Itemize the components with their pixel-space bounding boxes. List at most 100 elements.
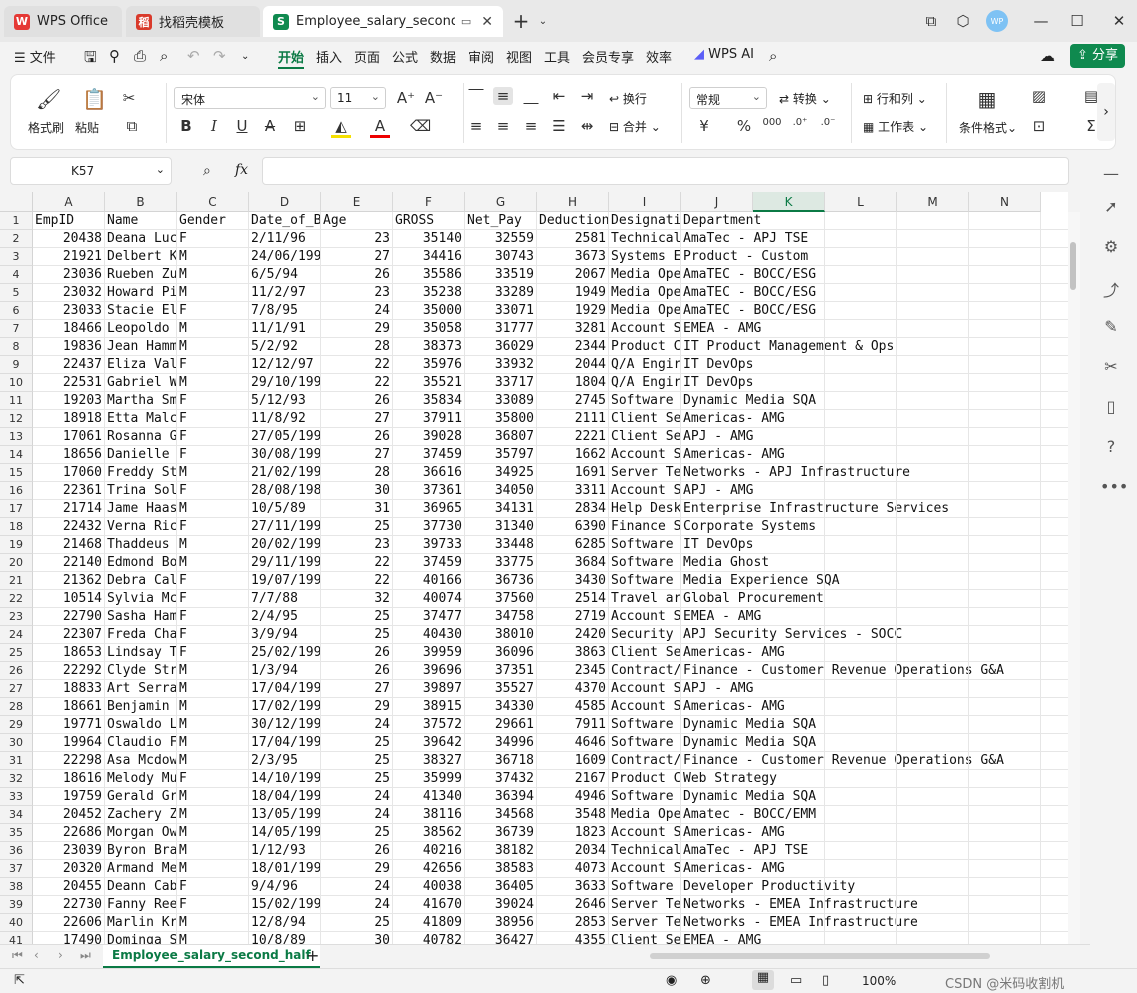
cell[interactable]	[897, 248, 969, 266]
cell[interactable]	[897, 932, 969, 944]
cell[interactable]: 36718	[465, 752, 537, 770]
column-header-M[interactable]: M	[897, 192, 969, 212]
cell[interactable]: EMEA - AMG	[681, 932, 761, 944]
cell[interactable]: 24	[321, 806, 393, 824]
cell[interactable]: AmaTEC - BOCC/ESG	[681, 266, 816, 284]
cell[interactable]: 31340	[465, 518, 537, 536]
cell[interactable]: 36807	[465, 428, 537, 446]
cell[interactable]	[897, 914, 969, 932]
cell[interactable]: 35586	[393, 266, 465, 284]
cell[interactable]: 2853	[537, 914, 609, 932]
row-header[interactable]: 19	[0, 536, 33, 554]
cell[interactable]	[753, 230, 825, 248]
cell[interactable]	[753, 914, 825, 932]
cell[interactable]	[753, 662, 825, 680]
more-icon[interactable]: •••	[1100, 477, 1128, 499]
cell[interactable]	[753, 644, 825, 662]
cell[interactable]: 36736	[465, 572, 537, 590]
tab-spreadsheet[interactable]: S Employee_salary_second_half ▭ ✕	[263, 6, 503, 37]
cell[interactable]: 17/04/199	[249, 734, 321, 752]
cell[interactable]	[753, 248, 825, 266]
cell[interactable]: Freda Cha	[105, 626, 177, 644]
cell[interactable]	[825, 356, 897, 374]
thousands-icon[interactable]: 000	[762, 117, 782, 128]
cell[interactable]	[753, 410, 825, 428]
cell[interactable]: 19836	[33, 338, 105, 356]
cell[interactable]: F	[177, 428, 249, 446]
cell[interactable]	[897, 626, 969, 644]
cell[interactable]	[969, 698, 1041, 716]
cell[interactable]	[753, 446, 825, 464]
cell[interactable]: AmaTEC - BOCC/ESG	[681, 284, 816, 302]
cell[interactable]: 1949	[537, 284, 609, 302]
row-header[interactable]: 31	[0, 752, 33, 770]
cell[interactable]: 23032	[33, 284, 105, 302]
cell[interactable]: 19203	[33, 392, 105, 410]
cell[interactable]: 1691	[537, 464, 609, 482]
cell[interactable]: Lindsay T	[105, 644, 177, 662]
cell[interactable]	[897, 644, 969, 662]
cell[interactable]	[825, 320, 897, 338]
align-top-icon[interactable]: ⎺	[466, 87, 486, 105]
rows-cols-button[interactable]: ⊞ 行和列 ⌄	[863, 90, 927, 107]
cell[interactable]: Server Te	[609, 914, 681, 932]
cell[interactable]: Morgan Ow	[105, 824, 177, 842]
cell[interactable]: Leopoldo	[105, 320, 177, 338]
cell[interactable]: Account S	[609, 824, 681, 842]
share-button[interactable]: ⇪ 分享	[1070, 44, 1125, 68]
cell[interactable]: 36394	[465, 788, 537, 806]
cell[interactable]	[969, 266, 1041, 284]
cell[interactable]: 40166	[393, 572, 465, 590]
cell[interactable]: EMEA - AMG	[681, 320, 761, 338]
cell[interactable]: 34416	[393, 248, 465, 266]
cell[interactable]	[753, 680, 825, 698]
cell[interactable]: 26	[321, 842, 393, 860]
cell[interactable]: Networks - EMEA Infrastructure	[681, 896, 918, 914]
menu-tools[interactable]: 工具	[544, 47, 570, 66]
cell[interactable]: 34050	[465, 482, 537, 500]
cell[interactable]	[897, 212, 969, 230]
cell[interactable]	[969, 914, 1041, 932]
cell[interactable]: 3863	[537, 644, 609, 662]
cell[interactable]: 38583	[465, 860, 537, 878]
cell[interactable]: 39733	[393, 536, 465, 554]
cell[interactable]: Byron Bra	[105, 842, 177, 860]
cell[interactable]: M	[177, 860, 249, 878]
cell[interactable]: M	[177, 284, 249, 302]
cell[interactable]: M	[177, 734, 249, 752]
cell[interactable]: Jean Hamm	[105, 338, 177, 356]
cell[interactable]: F	[177, 590, 249, 608]
cell[interactable]	[897, 896, 969, 914]
cell[interactable]: 26	[321, 428, 393, 446]
cell[interactable]: 27	[321, 680, 393, 698]
cell[interactable]: M	[177, 698, 249, 716]
cell[interactable]: Networks - APJ Infrastructure	[681, 464, 910, 482]
cell[interactable]: 30743	[465, 248, 537, 266]
cell[interactable]	[969, 230, 1041, 248]
cell[interactable]: EMEA - AMG	[681, 608, 761, 626]
cell[interactable]: 37459	[393, 554, 465, 572]
cell[interactable]: 33089	[465, 392, 537, 410]
help-icon[interactable]: ?	[1100, 437, 1122, 459]
cut-icon[interactable]: ✂	[119, 89, 139, 107]
cell[interactable]: 31777	[465, 320, 537, 338]
row-header[interactable]: 12	[0, 410, 33, 428]
cell[interactable]: Zachery Z	[105, 806, 177, 824]
cell[interactable]: 1823	[537, 824, 609, 842]
cell[interactable]: 17/02/199	[249, 698, 321, 716]
cell[interactable]: IT Product Management & Ops	[681, 338, 894, 356]
monitor-icon[interactable]: ▭	[461, 15, 471, 28]
cell[interactable]	[969, 446, 1041, 464]
print-icon[interactable]: ⎙	[134, 47, 146, 65]
cell[interactable]	[825, 932, 897, 944]
cell[interactable]: 35797	[465, 446, 537, 464]
cell[interactable]: 33448	[465, 536, 537, 554]
cell[interactable]: Fanny Ree	[105, 896, 177, 914]
column-header-D[interactable]: D	[249, 192, 321, 212]
cell[interactable]: 33071	[465, 302, 537, 320]
cell[interactable]: 2221	[537, 428, 609, 446]
cell[interactable]: 27	[321, 248, 393, 266]
cell[interactable]: 37477	[393, 608, 465, 626]
cell[interactable]: EmpID	[33, 212, 105, 230]
cell[interactable]: 35238	[393, 284, 465, 302]
